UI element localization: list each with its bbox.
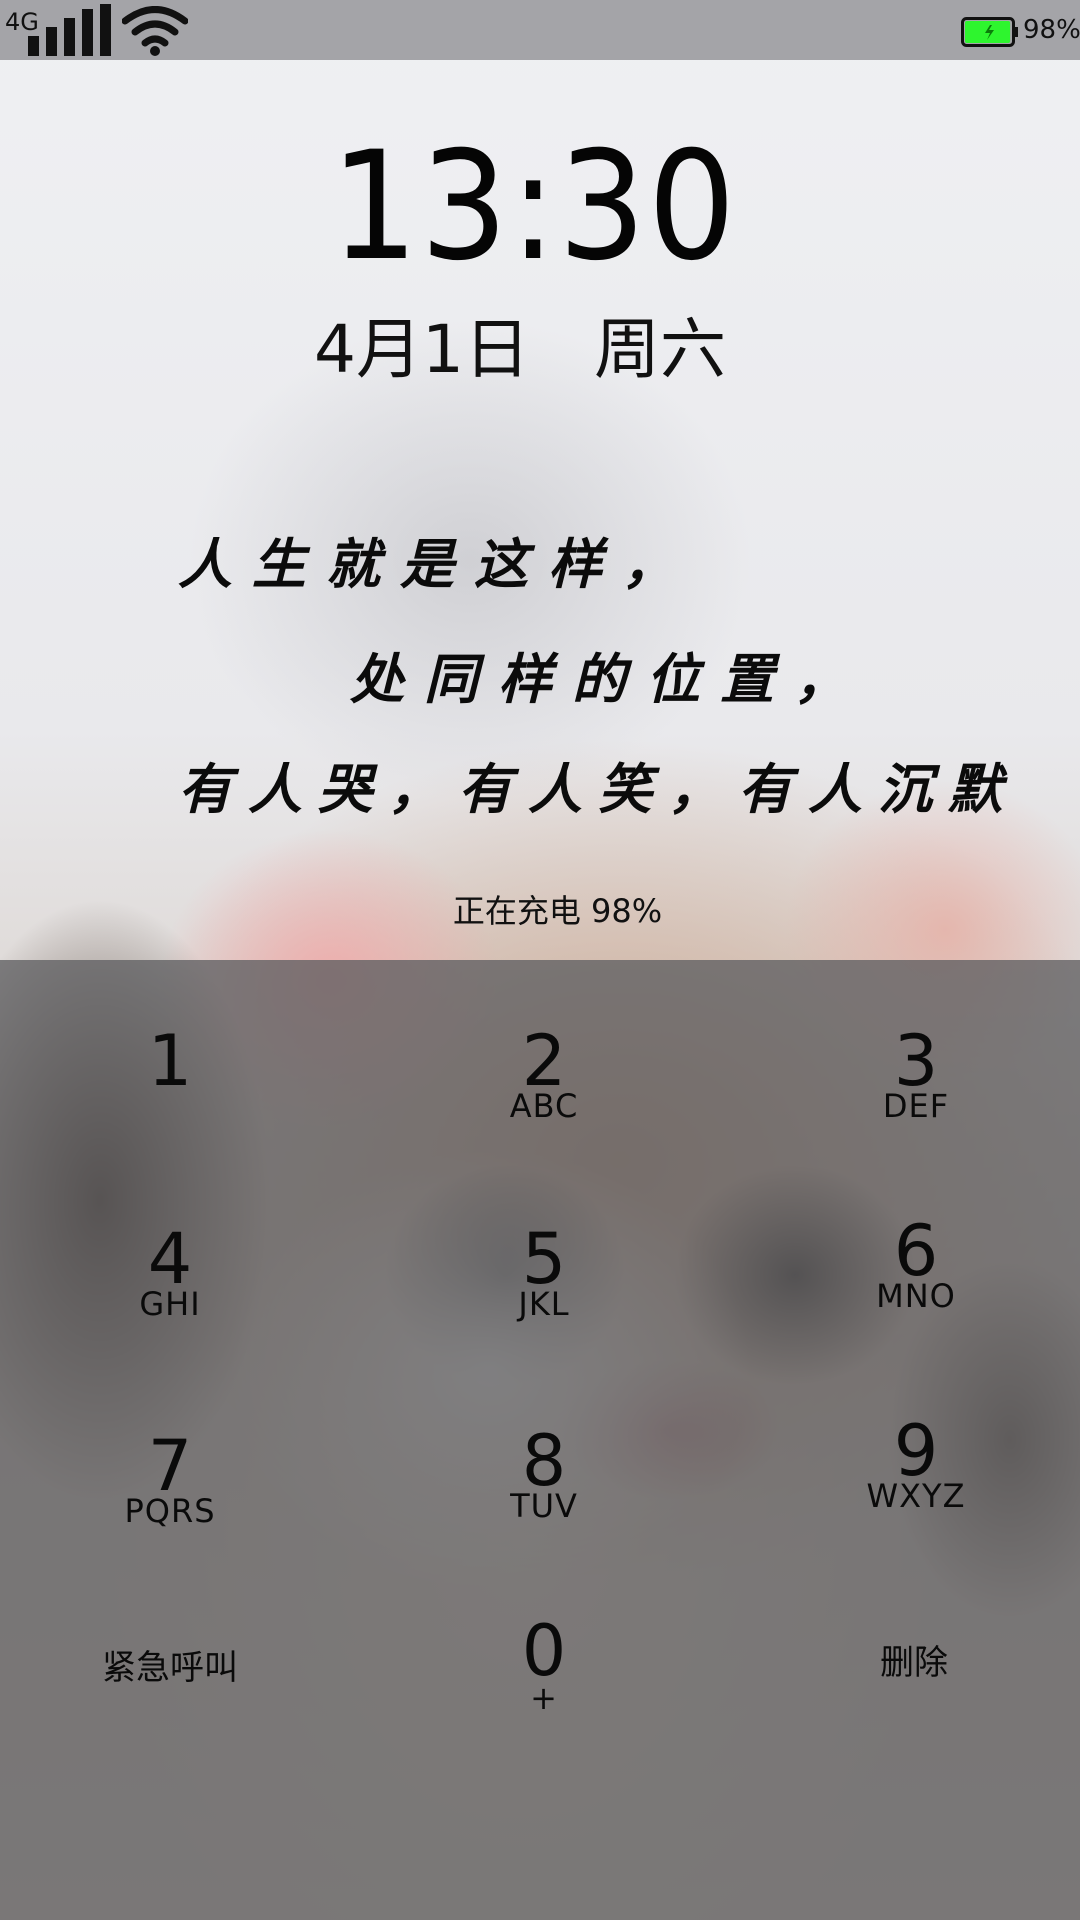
status-bar: 4G 98% bbox=[0, 0, 1080, 60]
date-text: 4月1日 bbox=[314, 311, 530, 388]
key-0[interactable]: 0 + bbox=[424, 1615, 664, 1775]
quote-line-3: 有人哭，有人笑，有人沉默 bbox=[178, 757, 1018, 821]
key-letters: DEF bbox=[882, 1087, 950, 1125]
charging-status: 正在充电 98% bbox=[452, 892, 663, 930]
key-letters: MNO bbox=[876, 1277, 956, 1315]
clock-time: 13:30 bbox=[330, 120, 738, 294]
pin-keypad: 1 2 ABC 3 DEF 4 GHI 5 JKL 6 MNO 7 PQRS 8… bbox=[0, 960, 1080, 1920]
key-letters: WXYZ bbox=[866, 1477, 966, 1515]
key-letters: PQRS bbox=[124, 1492, 216, 1530]
wifi-icon bbox=[122, 6, 188, 56]
key-letters: ABC bbox=[509, 1087, 579, 1125]
key-letters: GHI bbox=[139, 1285, 201, 1323]
key-letters: + bbox=[530, 1679, 558, 1717]
key-digit: 0 bbox=[521, 1610, 567, 1692]
key-5[interactable]: 5 JKL bbox=[424, 1223, 664, 1383]
quote-line-2: 处同样的位置， bbox=[350, 647, 868, 711]
key-digit: 1 bbox=[147, 1020, 193, 1102]
emergency-call-button[interactable]: 紧急呼叫 bbox=[70, 1640, 270, 1689]
key-1[interactable]: 1 bbox=[50, 1025, 290, 1185]
key-letters: JKL bbox=[518, 1285, 570, 1323]
quote-line-1: 人生就是这样， bbox=[178, 532, 696, 596]
battery-charging-icon bbox=[961, 17, 1018, 47]
key-letters: TUV bbox=[510, 1487, 578, 1525]
key-6[interactable]: 6 MNO bbox=[796, 1215, 1036, 1375]
delete-button[interactable]: 删除 bbox=[844, 1635, 984, 1684]
key-3[interactable]: 3 DEF bbox=[796, 1025, 1036, 1185]
weekday-text: 周六 bbox=[593, 311, 726, 388]
signal-bars-icon bbox=[28, 4, 111, 56]
date-line: 4月1日 周六 bbox=[0, 296, 1040, 392]
key-9[interactable]: 9 WXYZ bbox=[796, 1415, 1036, 1575]
key-2[interactable]: 2 ABC bbox=[424, 1025, 664, 1185]
battery-percentage: 98% bbox=[1023, 15, 1080, 45]
key-7[interactable]: 7 PQRS bbox=[50, 1430, 290, 1590]
key-4[interactable]: 4 GHI bbox=[50, 1223, 290, 1383]
key-8[interactable]: 8 TUV bbox=[424, 1425, 664, 1585]
